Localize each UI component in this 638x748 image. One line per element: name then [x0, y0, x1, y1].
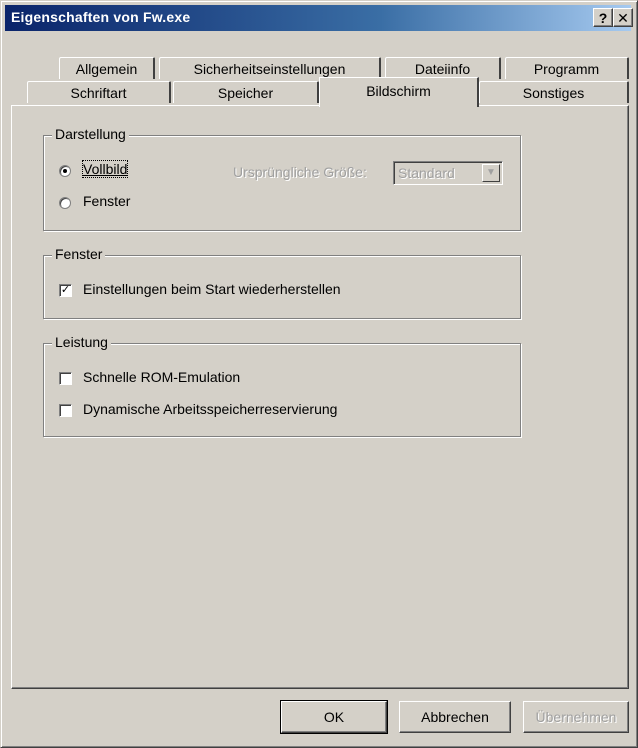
title-bar[interactable]: Eigenschaften von Fw.exe ? ✕: [5, 5, 633, 31]
properties-dialog: Eigenschaften von Fw.exe ? ✕ Allgemein S…: [0, 0, 638, 748]
group-leistung: Leistung: [43, 334, 521, 437]
chevron-down-icon[interactable]: ▼: [482, 164, 500, 182]
group-darstellung-legend: Darstellung: [52, 126, 129, 142]
checkbox-fast-rom[interactable]: [59, 372, 72, 385]
original-size-select[interactable]: Standard ▼: [393, 161, 503, 185]
checkbox-fast-rom-label[interactable]: Schnelle ROM-Emulation: [83, 369, 240, 385]
tab-programm[interactable]: Programm: [505, 57, 629, 79]
radio-fenster-label[interactable]: Fenster: [83, 193, 130, 209]
tab-sicherheitseinstellungen[interactable]: Sicherheitseinstellungen: [159, 57, 381, 79]
ok-button[interactable]: OK: [280, 700, 388, 734]
tab-schriftart[interactable]: Schriftart: [27, 81, 171, 103]
checkbox-dynamic-memory[interactable]: [59, 404, 72, 417]
group-fenster-legend: Fenster: [52, 246, 106, 262]
tab-bildschirm[interactable]: Bildschirm: [319, 77, 479, 107]
radio-fenster[interactable]: [59, 197, 71, 209]
original-size-label: Ursprüngliche Größe:: [233, 164, 367, 180]
tab-sonstiges[interactable]: Sonstiges: [479, 81, 629, 103]
checkbox-dynamic-memory-label[interactable]: Dynamische Arbeitsspeicherreservierung: [83, 401, 337, 417]
checkbox-restore-settings-label[interactable]: Einstellungen beim Start wiederherstelle…: [83, 281, 341, 297]
checkbox-restore-settings[interactable]: ✓: [59, 284, 72, 297]
help-button[interactable]: ?: [593, 8, 613, 27]
close-button[interactable]: ✕: [613, 8, 633, 27]
cancel-button[interactable]: Abbrechen: [399, 701, 511, 733]
apply-button[interactable]: Übernehmen: [523, 701, 629, 733]
window-title: Eigenschaften von Fw.exe: [11, 9, 191, 25]
radio-vollbild-label[interactable]: Vollbild: [81, 160, 129, 178]
tab-dateiinfo[interactable]: Dateiinfo: [385, 57, 501, 79]
group-leistung-legend: Leistung: [52, 334, 111, 350]
radio-vollbild[interactable]: [59, 165, 71, 177]
radio-selected-dot: [63, 169, 67, 173]
original-size-value: Standard: [398, 165, 455, 181]
tab-speicher[interactable]: Speicher: [173, 81, 319, 103]
tab-allgemein[interactable]: Allgemein: [59, 57, 155, 79]
